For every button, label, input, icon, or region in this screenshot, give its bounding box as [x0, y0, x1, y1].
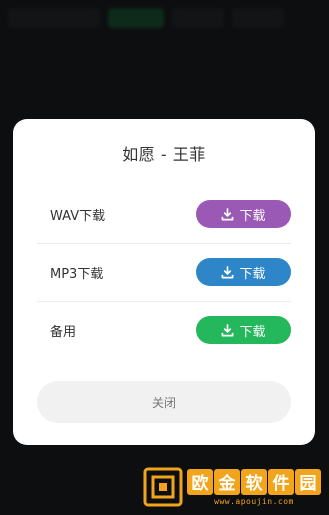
download-button-label: 下载 [239, 208, 266, 224]
download-button-label: 下载 [239, 266, 266, 282]
watermark-char: 软 [241, 468, 267, 495]
mp3-download-button[interactable]: 下载 [196, 258, 291, 286]
wav-download-button[interactable]: 下载 [196, 200, 291, 228]
download-icon [221, 207, 234, 221]
download-row-mp3: MP3下载 下载 [37, 243, 291, 302]
download-dialog: 如愿 - 王菲 WAV下载 下载 MP3下载 下载 备用 下载 关闭 [13, 119, 315, 445]
download-icon [221, 323, 234, 337]
watermark-char: 欧 [187, 468, 213, 495]
download-icon [221, 265, 234, 279]
watermark-chars: 欧 金 软 件 园 [187, 468, 321, 495]
dialog-title: 如愿 - 王菲 [122, 145, 206, 164]
watermark-url: www.apoujin.com [214, 496, 294, 506]
download-row-backup: 备用 下载 [37, 301, 291, 359]
backup-download-button[interactable]: 下载 [196, 316, 291, 344]
watermark-logo-icon [143, 467, 183, 507]
close-button[interactable]: 关闭 [37, 381, 291, 423]
watermark: 欧 金 软 件 园 www.apoujin.com [143, 467, 321, 507]
download-row-label: WAV下载 [50, 208, 106, 224]
download-row-wav: WAV下载 下载 [37, 185, 291, 244]
download-button-label: 下载 [239, 324, 266, 340]
download-row-label: MP3下载 [50, 266, 104, 282]
watermark-char: 金 [214, 468, 240, 495]
watermark-text: 欧 金 软 件 园 www.apoujin.com [187, 468, 321, 506]
watermark-char: 园 [295, 468, 321, 495]
watermark-char: 件 [268, 468, 294, 495]
download-row-label: 备用 [50, 324, 77, 340]
